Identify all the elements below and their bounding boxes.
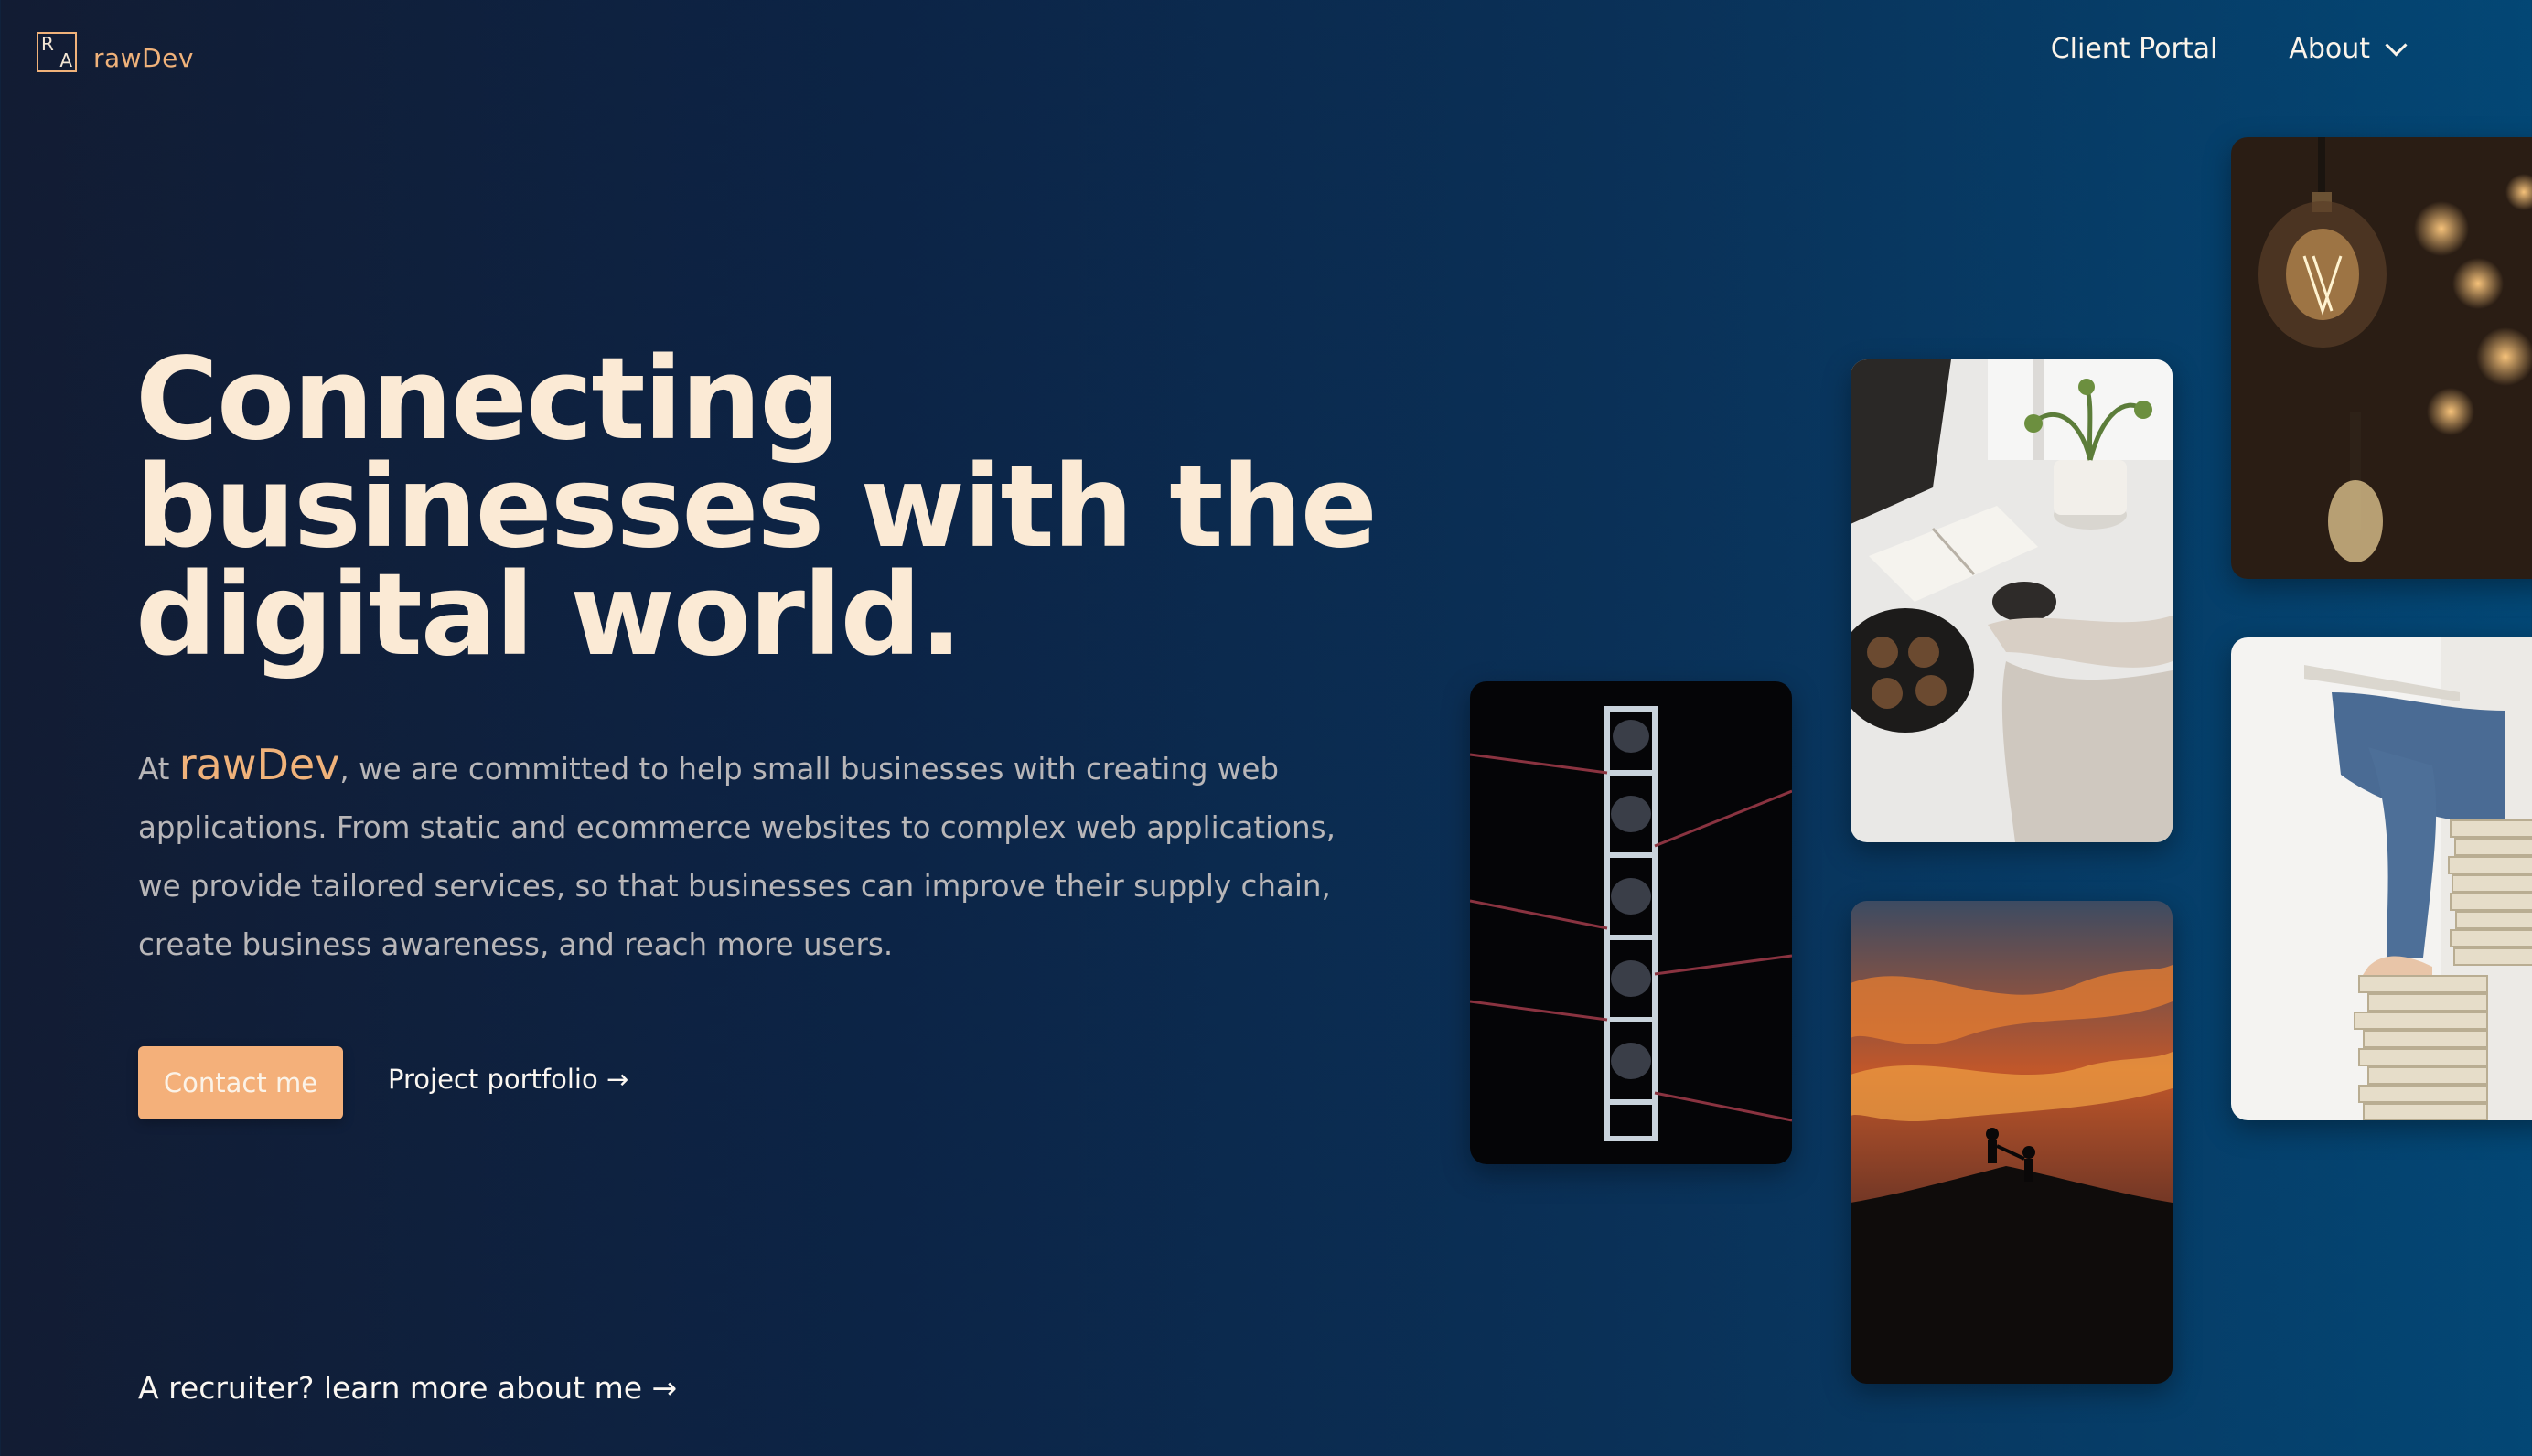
- stack-of-books-image: [2231, 637, 2532, 1120]
- coffee-image: [1851, 359, 2173, 842]
- recruiter-link[interactable]: A recruiter? learn more about me →: [138, 1370, 677, 1406]
- main-nav: Client Portal About: [2051, 33, 2408, 65]
- nav-about-dropdown[interactable]: About: [2289, 33, 2408, 65]
- brand-name: rawDev: [178, 740, 340, 789]
- contact-button[interactable]: Contact me: [138, 1046, 343, 1119]
- nav-about-label: About: [2289, 33, 2370, 65]
- nav-client-portal-label: Client Portal: [2050, 33, 2218, 65]
- logo-letter-a: A: [59, 48, 72, 71]
- nav-client-portal[interactable]: Client Portal: [2051, 33, 2218, 65]
- hero-title-line-3: digital world.: [135, 550, 962, 681]
- portfolio-link[interactable]: Project portfolio →: [388, 1064, 628, 1095]
- intro-prefix: At: [138, 752, 179, 787]
- hero-title: Connecting businesses with the digital w…: [135, 343, 1416, 672]
- light-bulb-image: [2231, 137, 2532, 579]
- logo-mark-icon: R A: [37, 31, 77, 72]
- hero-intro: At rawDev, we are committed to help smal…: [138, 735, 1382, 974]
- logo-text: rawDev: [93, 43, 194, 73]
- rowers-image: [1470, 681, 1792, 1164]
- logo-letter-r: R: [41, 32, 54, 55]
- logo[interactable]: R A rawDev: [37, 30, 194, 73]
- climbers-image: [1851, 901, 2173, 1384]
- chevron-down-icon: [2385, 34, 2408, 57]
